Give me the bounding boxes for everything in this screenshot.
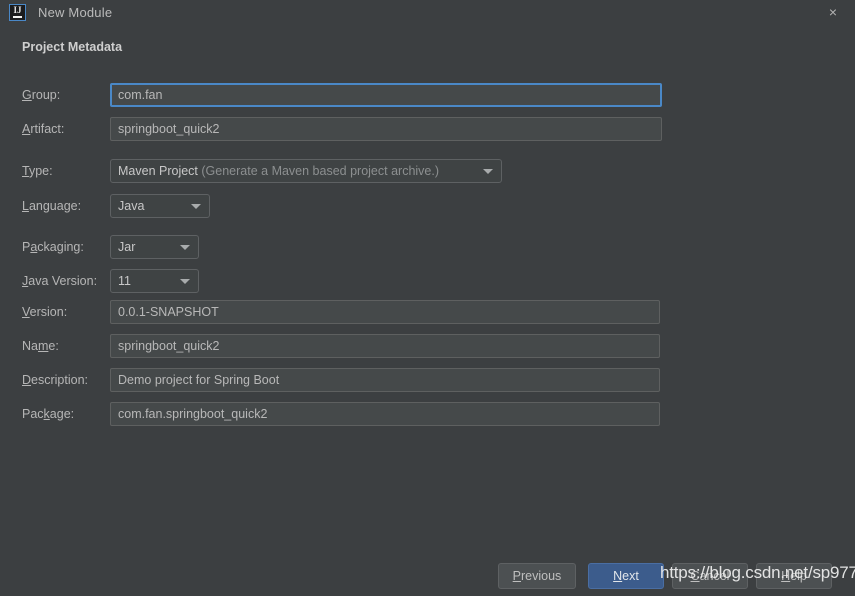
next-label-post: ext bbox=[622, 569, 639, 583]
chevron-down-icon[interactable] bbox=[191, 204, 201, 209]
description-input[interactable]: Demo project for Spring Boot bbox=[110, 368, 660, 392]
group-label-post: roup: bbox=[31, 88, 61, 102]
type-hint: (Generate a Maven based project archive.… bbox=[201, 164, 440, 178]
previous-label-mnemonic: P bbox=[512, 569, 522, 583]
java-version-dropdown[interactable]: 11 bbox=[110, 269, 199, 293]
help-label-mnemonic: H bbox=[781, 569, 791, 583]
name-label: Name: bbox=[22, 334, 59, 358]
package-label: Package: bbox=[22, 402, 74, 426]
cancel-button[interactable]: Cancel bbox=[672, 563, 748, 589]
name-input[interactable]: springboot_quick2 bbox=[110, 334, 660, 358]
type-label: Type: bbox=[22, 159, 53, 183]
type-dropdown[interactable]: Maven Project (Generate a Maven based pr… bbox=[110, 159, 502, 183]
packaging-selected-value: Jar bbox=[118, 240, 136, 254]
group-label: Group: bbox=[22, 83, 60, 107]
packaging-dropdown[interactable]: Jar bbox=[110, 235, 199, 259]
language-label-mnemonic: L bbox=[22, 199, 29, 213]
previous-button[interactable]: Previous bbox=[498, 563, 576, 589]
cancel-label-mnemonic: C bbox=[690, 569, 700, 583]
package-label-pre: Pac bbox=[22, 407, 44, 421]
group-label-mnemonic: G bbox=[22, 88, 32, 102]
name-label-mnemonic: m bbox=[37, 339, 49, 353]
section-heading: Project Metadata bbox=[22, 40, 123, 54]
artifact-label-post: rtifact: bbox=[30, 122, 65, 136]
artifact-label: Artifact: bbox=[22, 117, 64, 141]
artifact-input[interactable]: springboot_quick2 bbox=[110, 117, 662, 141]
language-label: Language: bbox=[22, 194, 81, 218]
version-label-mnemonic: V bbox=[22, 305, 30, 319]
version-input[interactable]: 0.0.1-SNAPSHOT bbox=[110, 300, 660, 324]
java-version-selected-value: 11 bbox=[118, 274, 131, 288]
language-dropdown[interactable]: Java bbox=[110, 194, 210, 218]
chevron-down-icon[interactable] bbox=[180, 279, 190, 284]
group-input[interactable]: com.fan bbox=[110, 83, 662, 107]
description-label-mnemonic: D bbox=[22, 373, 32, 387]
package-label-post: age: bbox=[49, 407, 75, 421]
type-selected-value: Maven Project bbox=[118, 164, 198, 178]
packaging-label-post: ckaging: bbox=[37, 240, 84, 254]
name-label-pre: Na bbox=[22, 339, 38, 353]
version-label-post: ersion: bbox=[29, 305, 68, 319]
chevron-down-icon[interactable] bbox=[483, 169, 493, 174]
package-input[interactable]: com.fan.springboot_quick2 bbox=[110, 402, 660, 426]
name-label-post: e: bbox=[48, 339, 59, 353]
close-icon[interactable]: × bbox=[811, 0, 855, 24]
java-version-label: Java Version: bbox=[22, 269, 97, 293]
dialog-button-bar: Previous Next Cancel Help bbox=[0, 563, 855, 593]
description-label-post: escription: bbox=[31, 373, 89, 387]
type-label-post: ype: bbox=[28, 164, 53, 178]
next-button[interactable]: Next bbox=[588, 563, 664, 589]
language-selected-value: Java bbox=[118, 199, 145, 213]
packaging-label: Packaging: bbox=[22, 235, 84, 259]
intellij-idea-logo-icon: IJ bbox=[9, 3, 26, 21]
previous-label-post: revious bbox=[521, 569, 562, 583]
description-label: Description: bbox=[22, 368, 88, 392]
java-version-label-post: ava Version: bbox=[28, 274, 98, 288]
help-label-post: elp bbox=[790, 569, 807, 583]
window-title: New Module bbox=[38, 4, 113, 20]
help-button[interactable]: Help bbox=[756, 563, 832, 589]
cancel-label-post: ancel bbox=[699, 569, 730, 583]
chevron-down-icon[interactable] bbox=[180, 245, 190, 250]
dialog-content: Project Metadata Group: com.fan Artifact: s… bbox=[0, 24, 855, 596]
version-label: Version: bbox=[22, 300, 67, 324]
next-label-mnemonic: N bbox=[613, 569, 623, 583]
language-label-post: anguage: bbox=[28, 199, 82, 213]
window-titlebar: IJ New Module × bbox=[0, 0, 855, 24]
type-label-mnemonic: T bbox=[22, 164, 29, 178]
